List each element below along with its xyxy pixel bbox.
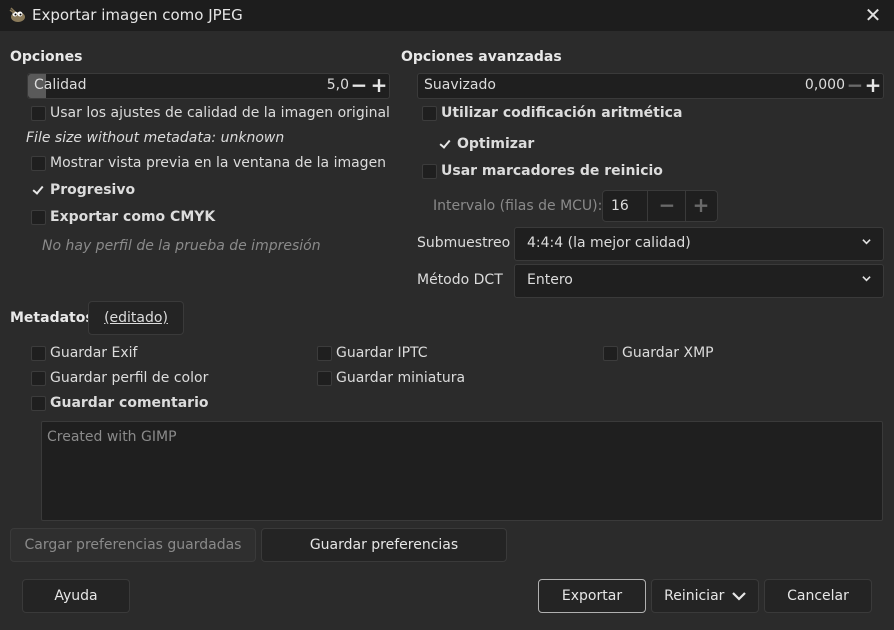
no-profile-text: No hay perfil de la prueba de impresión (42, 238, 321, 254)
save-thumbnail-checkbox[interactable] (317, 371, 332, 386)
reset-button[interactable]: Reiniciar (651, 579, 759, 613)
export-cmyk-checkbox[interactable] (31, 210, 46, 225)
interval-separator-2 (685, 191, 686, 221)
dct-method-label: Método DCT (417, 272, 503, 288)
quality-decrease-button[interactable]: − (349, 74, 369, 98)
gimp-wilber-icon (9, 7, 25, 22)
metadata-header: Metadatos (10, 310, 94, 326)
metadata-edited-button[interactable]: (editado) (88, 301, 184, 335)
quality-value[interactable]: 5,0 (327, 77, 349, 93)
arithmetic-coding-checkbox[interactable] (422, 106, 437, 121)
smoothing-decrease-button[interactable]: − (845, 74, 865, 98)
save-comment-label: Guardar comentario (50, 395, 209, 411)
show-preview-label: Mostrar vista previa en la ventana de la… (50, 155, 387, 171)
quality-increase-button[interactable]: + (369, 74, 389, 98)
save-comment-checkbox[interactable] (31, 396, 46, 411)
progressive-checkbox[interactable] (31, 183, 46, 198)
help-button[interactable]: Ayuda (22, 579, 130, 613)
save-exif-checkbox[interactable] (31, 346, 46, 361)
save-xmp-checkbox[interactable] (603, 346, 618, 361)
save-exif-label: Guardar Exif (50, 345, 138, 361)
chevron-down-icon (862, 239, 871, 245)
optimize-label: Optimizar (457, 136, 535, 152)
quality-label: Calidad (34, 77, 87, 93)
subsampling-value: 4:4:4 (la mejor calidad) (527, 235, 691, 251)
chevron-down-icon (862, 276, 871, 282)
subsampling-label: Submuestreo (417, 235, 511, 251)
smoothing-spinscale[interactable]: Suavizado 0,000 − + (417, 73, 884, 99)
quality-spinscale[interactable]: Calidad 5,0 − + (27, 73, 390, 99)
save-color-profile-label: Guardar perfil de color (50, 370, 209, 386)
save-thumbnail-label: Guardar miniatura (336, 370, 466, 386)
dct-method-value: Entero (527, 272, 573, 288)
comment-textarea[interactable]: Created with GIMP (41, 421, 883, 521)
use-original-quality-checkbox[interactable] (31, 106, 46, 121)
interval-spinbutton[interactable]: 16 − + (602, 190, 718, 222)
save-preferences-button[interactable]: Guardar preferencias (261, 528, 507, 562)
smoothing-increase-button[interactable]: + (863, 74, 883, 98)
save-iptc-label: Guardar IPTC (336, 345, 428, 361)
advanced-options-header: Opciones avanzadas (401, 49, 562, 65)
close-icon[interactable]: ✕ (862, 4, 884, 26)
cancel-button[interactable]: Cancelar (764, 579, 872, 613)
reset-label: Reiniciar (664, 588, 725, 604)
save-iptc-checkbox[interactable] (317, 346, 332, 361)
arithmetic-coding-label: Utilizar codificación aritmética (441, 105, 683, 121)
save-xmp-label: Guardar XMP (622, 345, 714, 361)
smoothing-value[interactable]: 0,000 (805, 77, 845, 93)
interval-value[interactable]: 16 (611, 198, 629, 214)
export-button[interactable]: Exportar (538, 579, 646, 613)
file-size-text: File size without metadata: unknown (26, 130, 285, 146)
progressive-label: Progresivo (50, 182, 136, 198)
options-header: Opciones (10, 49, 83, 65)
save-color-profile-checkbox[interactable] (31, 371, 46, 386)
restart-markers-label: Usar marcadores de reinicio (441, 163, 663, 179)
load-preferences-button[interactable]: Cargar preferencias guardadas (10, 528, 256, 562)
window-title: Exportar imagen como JPEG (32, 6, 243, 24)
chevron-down-icon (732, 592, 746, 601)
restart-markers-checkbox[interactable] (422, 164, 437, 179)
interval-increase-button[interactable]: + (689, 191, 713, 221)
interval-decrease-button[interactable]: − (655, 191, 679, 221)
use-original-quality-label: Usar los ajustes de calidad de la imagen… (50, 105, 390, 121)
interval-separator (647, 191, 648, 221)
dct-method-dropdown[interactable]: Entero (514, 264, 884, 298)
show-preview-checkbox[interactable] (31, 156, 46, 171)
interval-label: Intervalo (filas de MCU): (433, 198, 603, 214)
smoothing-label: Suavizado (424, 77, 496, 93)
subsampling-dropdown[interactable]: 4:4:4 (la mejor calidad) (514, 227, 884, 261)
export-cmyk-label: Exportar como CMYK (50, 209, 216, 225)
optimize-checkbox[interactable] (438, 137, 453, 152)
